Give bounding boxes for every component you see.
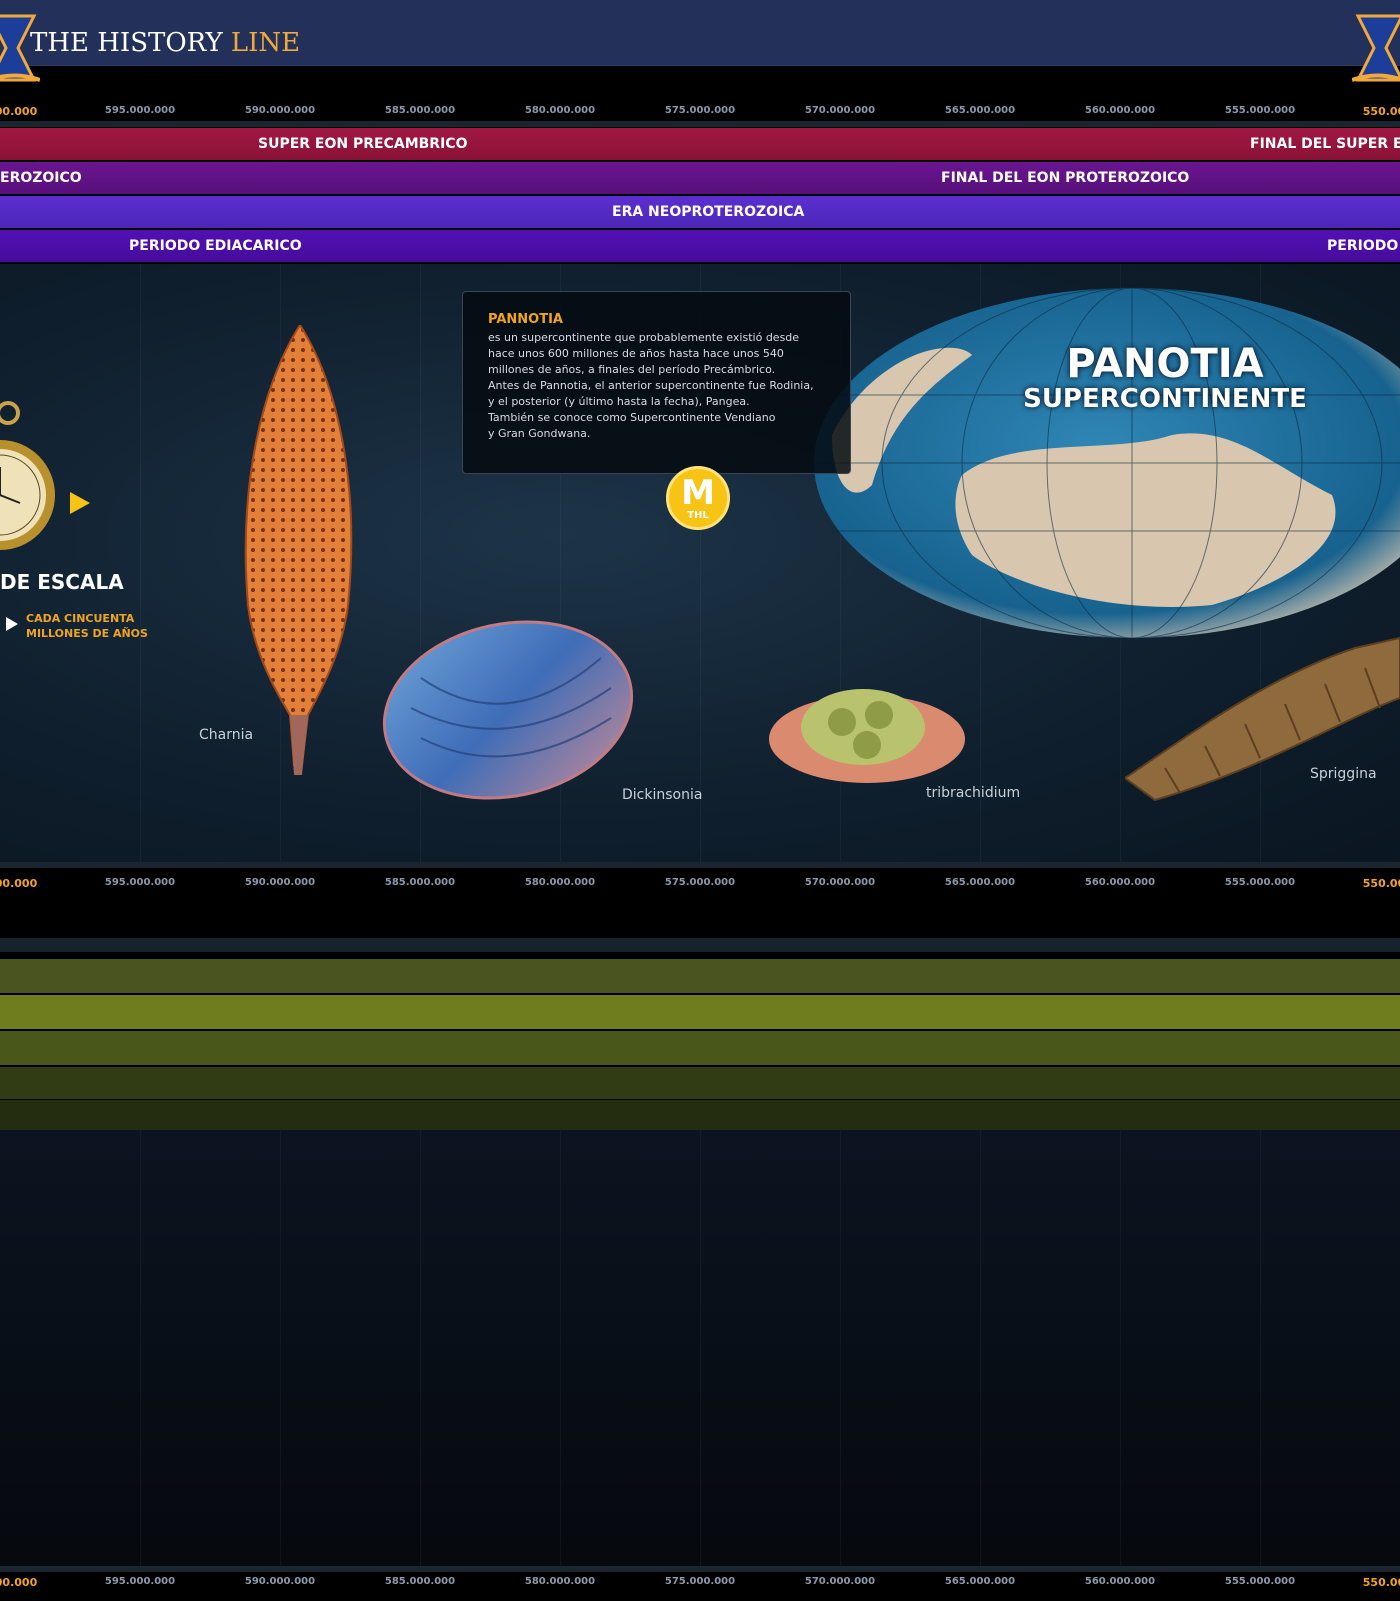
ruler-strip <box>0 1566 1400 1572</box>
ruler-tick: 580.000.000 <box>524 1576 596 1587</box>
band-supereon-label: SUPER EON PRECAMBRICO <box>258 136 468 152</box>
globe-map-icon[interactable] <box>812 285 1400 640</box>
pocket-watch-icon[interactable] <box>0 395 60 565</box>
band-eon-label: EROZOICO <box>0 170 82 186</box>
logo-main-text: THE HISTORY <box>30 28 231 58</box>
ruler-tick: 575.000.000 <box>664 877 736 888</box>
ruler-tick: 580.000.000 <box>524 877 596 888</box>
species-label: Charnia <box>199 727 254 743</box>
site-logo[interactable]: THE HISTORY LINE <box>30 28 300 58</box>
ruler-tick: 560.000.000 <box>1084 1576 1156 1587</box>
info-body: es un supercontinente que probablemente … <box>488 331 814 440</box>
info-title: PANNOTIA <box>488 312 563 327</box>
green-band[interactable] <box>0 1031 1400 1065</box>
badge-letter: M <box>681 473 715 513</box>
globe-subtitle: SUPERCONTINENTE <box>1023 384 1307 414</box>
ruler-edge-left: 00.000 <box>0 1576 38 1589</box>
green-band[interactable] <box>0 1067 1400 1099</box>
logo-accent-text: LINE <box>230 28 301 58</box>
green-band[interactable] <box>0 1100 1400 1130</box>
species-label: tribrachidium <box>926 785 1021 801</box>
dickinsonia-image[interactable] <box>381 618 636 803</box>
ruler-tick: 570.000.000 <box>804 105 876 116</box>
globe-title: PANOTIA <box>1066 341 1264 387</box>
band-eon[interactable]: EROZOICO FINAL DEL EON PROTEROZOICO <box>0 162 1400 194</box>
scale-option-label[interactable]: CADA CINCUENTA MILLONES DE AÑOS <box>26 611 148 641</box>
ruler-tick: 590.000.000 <box>244 105 316 116</box>
ruler-strip <box>0 862 1400 868</box>
tribrachidium-image[interactable] <box>767 677 972 792</box>
ruler-edge-left: 00.000 <box>0 877 38 890</box>
time-ruler-bottom: 00.000 595.000.000 590.000.000 585.000.0… <box>0 1576 1400 1596</box>
species-label: Spriggina <box>1310 766 1377 782</box>
ruler-tick: 595.000.000 <box>104 1576 176 1587</box>
green-band[interactable] <box>0 959 1400 993</box>
ruler-tick: 555.000.000 <box>1224 877 1296 888</box>
charnia-image[interactable] <box>238 325 363 785</box>
ruler-tick: 590.000.000 <box>244 877 316 888</box>
ruler-strip <box>0 938 1400 952</box>
band-supereon[interactable]: SUPER EON PRECAMBRICO FINAL DEL SUPER EO… <box>0 128 1400 160</box>
info-panel: PANNOTIA es un supercontinente que proba… <box>462 291 851 474</box>
ruler-tick: 585.000.000 <box>384 105 456 116</box>
badge-sub: THL <box>687 510 709 521</box>
hourglass-icon <box>1352 14 1400 82</box>
ruler-edge-left: 00.000 <box>0 105 38 118</box>
scale-title: DE ESCALA <box>0 570 124 594</box>
band-era[interactable]: ERA NEOPROTEROZOICA <box>0 196 1400 228</box>
ruler-edge-right: 550.00 <box>1362 1576 1400 1589</box>
ruler-tick: 585.000.000 <box>384 1576 456 1587</box>
green-band[interactable] <box>0 995 1400 1029</box>
band-period-end-label: PERIODO EI <box>1327 238 1400 254</box>
ruler-tick: 555.000.000 <box>1224 1576 1296 1587</box>
band-eon-end-label: FINAL DEL EON PROTEROZOICO <box>941 170 1190 186</box>
time-ruler-middle: 00.000 595.000.000 590.000.000 585.000.0… <box>0 877 1400 897</box>
ruler-strip <box>0 121 1400 127</box>
ruler-tick: 565.000.000 <box>944 877 1016 888</box>
ruler-tick: 565.000.000 <box>944 105 1016 116</box>
band-era-label: ERA NEOPROTEROZOICA <box>612 204 805 220</box>
ruler-tick: 575.000.000 <box>664 1576 736 1587</box>
ruler-tick: 560.000.000 <box>1084 105 1156 116</box>
band-supereon-end-label: FINAL DEL SUPER EON <box>1250 136 1400 152</box>
ruler-tick: 595.000.000 <box>104 105 176 116</box>
play-icon[interactable] <box>70 492 90 514</box>
band-period-label: PERIODO EDIACARICO <box>129 238 302 254</box>
ruler-tick: 565.000.000 <box>944 1576 1016 1587</box>
play-icon[interactable] <box>6 617 18 631</box>
ruler-tick: 595.000.000 <box>104 877 176 888</box>
species-label: Dickinsonia <box>622 787 703 803</box>
timeline-lower-panel <box>0 1130 1400 1566</box>
ruler-tick: 555.000.000 <box>1224 105 1296 116</box>
ruler-edge-right: 550.00 <box>1362 105 1400 118</box>
ruler-tick: 570.000.000 <box>804 877 876 888</box>
ruler-edge-right: 550.00 <box>1362 877 1400 890</box>
ruler-tick: 570.000.000 <box>804 1576 876 1587</box>
ruler-tick: 590.000.000 <box>244 1576 316 1587</box>
band-period[interactable]: PERIODO EDIACARICO PERIODO EI <box>0 230 1400 262</box>
ruler-tick: 575.000.000 <box>664 105 736 116</box>
ruler-tick: 585.000.000 <box>384 877 456 888</box>
ruler-tick: 580.000.000 <box>524 105 596 116</box>
ruler-tick: 560.000.000 <box>1084 877 1156 888</box>
thl-marker-button[interactable]: M THL <box>666 466 730 530</box>
